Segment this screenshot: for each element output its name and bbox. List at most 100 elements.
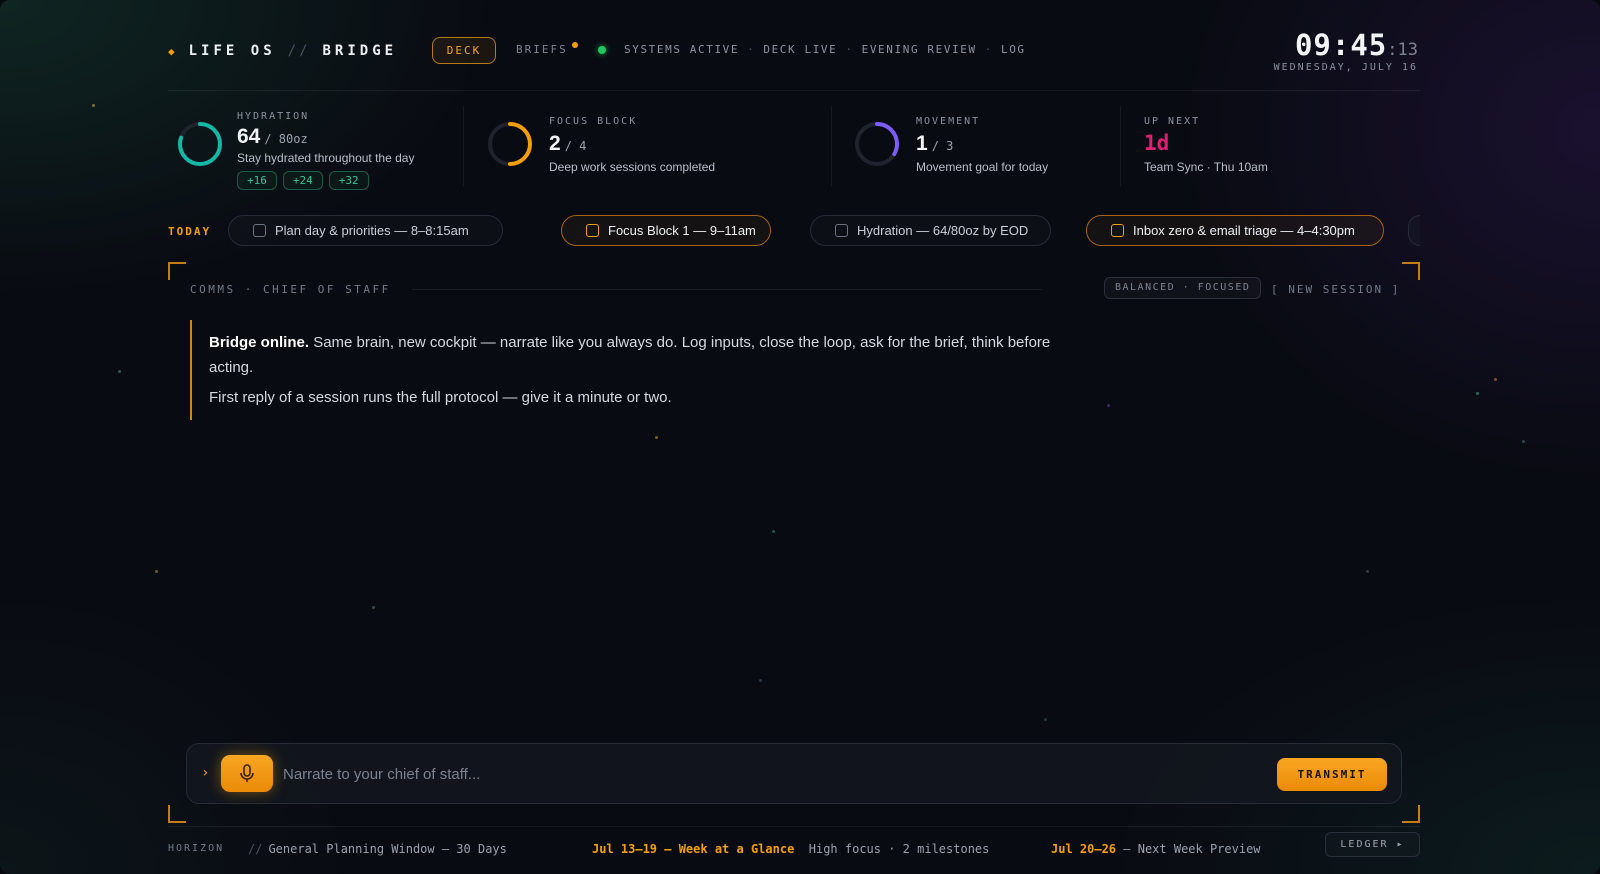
today-task-label: Plan day & priorities — 8–8:15am: [275, 223, 469, 238]
metric-up-next[interactable]: UP NEXT 1d Team Sync · Thu 10am: [1144, 108, 1414, 188]
ambient-particle: [92, 104, 95, 107]
movement-label: MOVEMENT: [916, 116, 981, 127]
top-bar: ◆ LIFE OS // BRIDGE DECK BRIEFS SYSTEMS ACT…: [168, 28, 1420, 90]
horizon-week[interactable]: Jul 13–19 — Week at a Glance High focus …: [592, 842, 989, 856]
transmit-button[interactable]: TRANSMIT: [1277, 758, 1387, 791]
metric-focus-block: FOCUS BLOCK 2/ 4 Deep work sessions comp…: [484, 108, 824, 188]
clock-date: WEDNESDAY, JULY 16: [1273, 62, 1418, 73]
frame-corner: [168, 262, 186, 280]
movement-count: 1: [916, 132, 928, 155]
brand-separator: //: [287, 43, 311, 59]
horizon-next-week[interactable]: Jul 20–26 — Next Week Preview: [1051, 842, 1261, 856]
focus-label: FOCUS BLOCK: [549, 116, 638, 127]
systems-status-dot: [598, 46, 606, 54]
status-line: SYSTEMS ACTIVE · DECK LIVE · EVENING REVIEW ·…: [624, 43, 1026, 56]
comms-title: COMMS · CHIEF OF STAFF: [190, 283, 391, 296]
ambient-particle: [759, 679, 762, 682]
checkbox-icon[interactable]: [253, 224, 266, 237]
hydration-add-16-button[interactable]: +16: [237, 171, 277, 190]
ambient-particle: [1522, 440, 1525, 443]
status-log[interactable]: LOG: [1001, 43, 1026, 56]
frame-corner: [1402, 805, 1420, 823]
checkbox-icon[interactable]: [1111, 224, 1124, 237]
up-next-event: Team Sync · Thu 10am: [1144, 160, 1268, 174]
ambient-particle: [155, 570, 158, 573]
caret-right-icon: ›: [201, 765, 210, 781]
status-evening-review[interactable]: EVENING REVIEW: [862, 43, 977, 56]
horizon-general-label: General Planning Window — 30 Days: [268, 842, 507, 856]
brand-subtitle: BRIDGE: [322, 43, 398, 59]
movement-value: 1/ 3: [916, 132, 953, 156]
nav-deck-button[interactable]: DECK: [432, 37, 496, 64]
hydration-amount: 64: [237, 125, 261, 148]
today-task-label: Hydration — 64/80oz by EOD: [857, 223, 1029, 238]
microphone-icon: [240, 764, 254, 782]
ambient-particle: [1476, 392, 1479, 395]
horizon-separator: //: [248, 842, 263, 856]
focus-value: 2/ 4: [549, 132, 586, 156]
assistant-message: Bridge online. Same brain, new cockpit —…: [190, 320, 1070, 420]
today-task-label: Focus Block 1 — 9–11am: [608, 223, 756, 238]
ambient-particle: [772, 530, 775, 533]
metric-divider: [1120, 106, 1121, 186]
ambient-particle: [372, 606, 375, 609]
horizon-general: // General Planning Window — 30 Days: [248, 842, 507, 856]
checkbox-icon[interactable]: [835, 224, 848, 237]
hydration-value: 64/ 80oz: [237, 125, 308, 149]
focus-desc: Deep work sessions completed: [549, 160, 716, 174]
horizon-week-note: High focus · 2 milestones: [808, 842, 990, 856]
frame-corner: [168, 805, 186, 823]
focus-count: 2: [549, 132, 561, 155]
message-paragraph: Bridge online. Same brain, new cockpit —…: [209, 330, 1070, 380]
ambient-particle: [655, 436, 658, 439]
mode-badge[interactable]: BALANCED · FOCUSED: [1104, 277, 1262, 299]
brand: ◆ LIFE OS // BRIDGE: [168, 43, 397, 59]
checkbox-icon[interactable]: [586, 224, 599, 237]
ledger-button[interactable]: LEDGER ▸: [1325, 832, 1420, 857]
hydration-add-24-button[interactable]: +24: [282, 171, 323, 190]
hydration-quick-add: +16 +24 +32: [237, 171, 375, 190]
movement-target: / 3: [931, 139, 954, 153]
briefs-notification-dot: [572, 42, 578, 48]
metric-hydration: HYDRATION 64/ 80oz Stay hydrated through…: [172, 108, 462, 190]
ambient-particle: [1494, 378, 1497, 381]
metric-movement: MOVEMENT 1/ 3 Movement goal for today: [851, 108, 1111, 188]
message-line-1: Same brain, new cockpit — narrate like y…: [209, 334, 1051, 376]
today-task[interactable]: Plan day & priorities — 8–8:15am: [228, 215, 503, 246]
diamond-icon: ◆: [168, 45, 179, 58]
focus-target: / 4: [564, 139, 587, 153]
nav-briefs-link[interactable]: BRIEFS: [516, 43, 568, 56]
ambient-particle: [118, 370, 121, 373]
microphone-button[interactable]: [221, 755, 273, 792]
comms-rule: [412, 289, 1042, 290]
footer-divider: [168, 826, 1420, 827]
brand-name: LIFE OS: [188, 43, 276, 59]
hydration-desc: Stay hydrated throughout the day: [237, 151, 415, 165]
today-task-overflow[interactable]: [1408, 215, 1420, 246]
today-task[interactable]: Focus Block 1 — 9–11am: [561, 215, 771, 246]
clock: 09:45:13 WEDNESDAY, JULY 16: [1274, 28, 1418, 73]
horizon-label: HORIZON: [168, 843, 225, 854]
up-next-label: UP NEXT: [1144, 116, 1201, 127]
composer: › TRANSMIT: [186, 743, 1402, 804]
today-label: TODAY: [168, 225, 212, 238]
horizon-next-range: Jul 20–26: [1051, 842, 1117, 856]
clock-time: 09:45: [1294, 28, 1388, 62]
new-session-button[interactable]: [ NEW SESSION ]: [1271, 283, 1400, 296]
today-task[interactable]: Inbox zero & email triage — 4–4:30pm: [1086, 215, 1384, 246]
today-task-label: Inbox zero & email triage — 4–4:30pm: [1133, 223, 1355, 238]
status-systems-active: SYSTEMS ACTIVE: [624, 43, 740, 56]
today-task[interactable]: Hydration — 64/80oz by EOD: [810, 215, 1051, 246]
up-next-countdown: 1d: [1144, 131, 1170, 155]
horizon-week-range: Jul 13–19 — Week at a Glance: [592, 842, 795, 856]
clock-seconds: :13: [1387, 40, 1418, 60]
message-lead: Bridge online.: [209, 334, 310, 351]
hydration-label: HYDRATION: [237, 111, 310, 122]
narrate-input[interactable]: [283, 758, 1243, 790]
ambient-particle: [1366, 570, 1369, 573]
metric-divider: [463, 106, 464, 186]
status-deck-live[interactable]: DECK LIVE: [763, 43, 837, 56]
hydration-target: / 80oz: [264, 132, 308, 146]
hydration-add-32-button[interactable]: +32: [328, 171, 369, 190]
message-line-2: First reply of a session runs the full p…: [209, 389, 672, 406]
